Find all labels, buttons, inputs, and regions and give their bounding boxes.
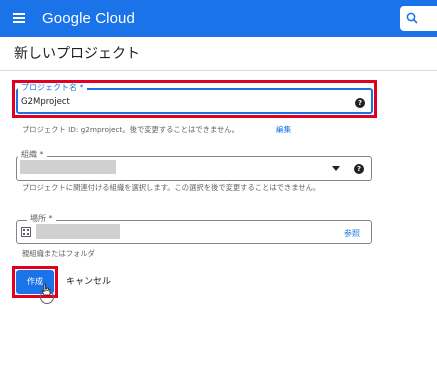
page-title: 新しいプロジェクト [14, 46, 140, 62]
top-bar: Google Cloud [0, 0, 437, 37]
search-button[interactable] [400, 6, 437, 31]
divider [0, 70, 437, 71]
help-icon[interactable]: ? [355, 98, 365, 108]
browse-button[interactable]: 参照 [344, 228, 360, 239]
redacted-location-value [36, 224, 120, 239]
location-label: 場所 * [27, 214, 56, 224]
cancel-button[interactable]: キャンセル [66, 274, 111, 287]
organization-label: 組織 * [18, 150, 47, 160]
hamburger-menu-icon[interactable] [13, 13, 25, 23]
project-id-hint: プロジェクト ID: g2mproject。後で変更することはできません。 [22, 125, 239, 134]
project-name-label: プロジェクト名 * [18, 83, 87, 93]
dropdown-arrow-icon[interactable] [332, 166, 340, 171]
organization-hint: プロジェクトに関連付ける組織を選択します。この選択を後で変更することはできません… [22, 183, 321, 192]
brand-logo[interactable]: Google Cloud [42, 10, 135, 27]
building-icon [21, 227, 31, 237]
help-icon[interactable]: ? [354, 164, 364, 174]
edit-project-id-link[interactable]: 編集 [276, 124, 291, 135]
redacted-organization-value [20, 160, 116, 174]
search-icon [406, 12, 418, 24]
click-indicator [40, 290, 54, 304]
project-name-input[interactable]: G2Mproject [21, 97, 70, 107]
location-hint: 親組織またはフォルダ [22, 249, 95, 258]
